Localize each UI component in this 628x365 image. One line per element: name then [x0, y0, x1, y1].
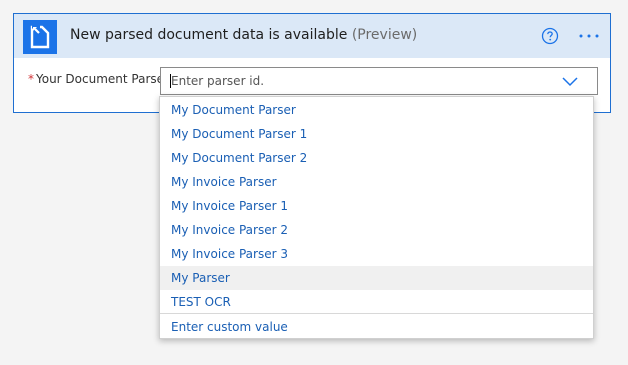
trigger-title: New parsed document data is available (P… [70, 27, 417, 43]
required-marker: * [28, 72, 34, 86]
card-header: New parsed document data is available (P… [14, 14, 610, 58]
preview-tag: (Preview) [351, 27, 418, 43]
custom-value-option[interactable]: Enter custom value [160, 315, 593, 339]
dropdown-option[interactable]: TEST OCR [160, 290, 593, 314]
document-parser-icon [23, 20, 57, 54]
dropdown-option[interactable]: My Invoice Parser 1 [160, 194, 593, 218]
dropdown-divider [160, 313, 593, 314]
dropdown-option[interactable]: My Document Parser [160, 98, 593, 122]
chevron-down-icon[interactable] [561, 74, 579, 88]
dropdown-option[interactable]: My Invoice Parser 3 [160, 242, 593, 266]
trigger-title-text: New parsed document data is available [70, 27, 348, 43]
document-parser-label: * Your Document Parser [28, 72, 169, 86]
document-parser-glyph [30, 25, 50, 49]
document-parser-label-text: Your Document Parser [36, 72, 169, 86]
dropdown-option[interactable]: My Invoice Parser 2 [160, 218, 593, 242]
parser-id-input[interactable] [160, 67, 598, 95]
more-horizontal-icon[interactable] [578, 28, 600, 44]
dropdown-option-hovered[interactable]: My Parser [160, 266, 593, 290]
help-circle-icon[interactable] [541, 27, 559, 45]
parser-dropdown: My Document Parser My Document Parser 1 … [159, 96, 594, 339]
text-caret [170, 74, 171, 88]
dropdown-option[interactable]: My Document Parser 2 [160, 146, 593, 170]
dropdown-option[interactable]: My Document Parser 1 [160, 122, 593, 146]
dropdown-option[interactable]: My Invoice Parser [160, 170, 593, 194]
